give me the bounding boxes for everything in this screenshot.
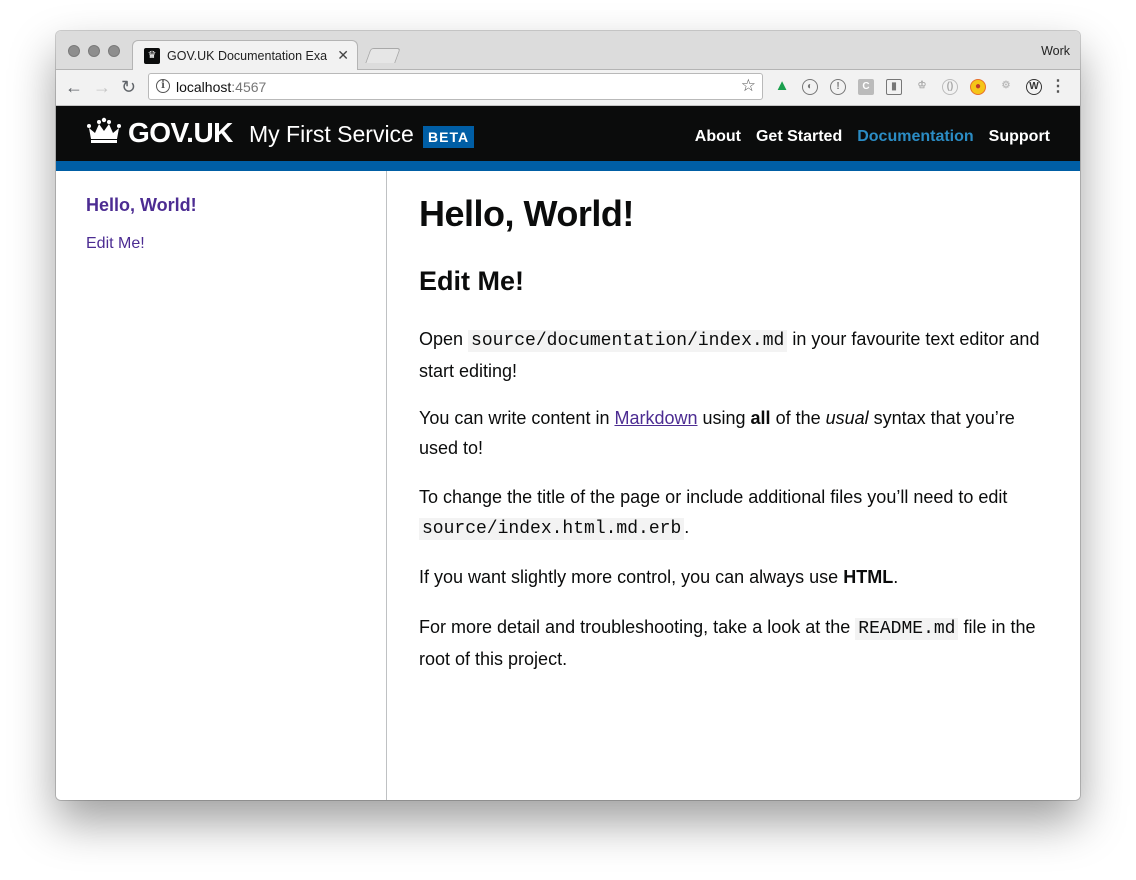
browser-tab[interactable]: ♛ GOV.UK Documentation Example ✕ — [132, 40, 358, 70]
crown-favicon-icon: ♛ — [144, 48, 160, 64]
paragraph-readme: For more detail and troubleshooting, tak… — [419, 612, 1044, 674]
web-page: GOV.UK My First Service BETA About Get S… — [56, 106, 1080, 800]
nav-support[interactable]: Support — [989, 127, 1050, 147]
text: Open — [419, 329, 469, 349]
inline-code: README.md — [855, 618, 959, 640]
minimize-window-button[interactable] — [88, 45, 100, 57]
italic-text: usual — [825, 408, 869, 428]
reload-icon[interactable]: ↻ — [121, 76, 136, 98]
phase-tag: BETA — [423, 126, 475, 148]
toc-edit-me-link[interactable]: Edit Me! — [86, 234, 145, 254]
url-port: :4567 — [231, 79, 267, 95]
bold-text: HTML — [843, 567, 894, 587]
tab-strip: ♛ GOV.UK Documentation Example ✕ Work — [56, 31, 1080, 70]
header-blue-bar — [56, 161, 1080, 171]
crown-extension-icon[interactable]: ♔ — [914, 79, 930, 95]
browser-window: ♛ GOV.UK Documentation Example ✕ Work ← … — [56, 31, 1080, 800]
alert-extension-icon[interactable]: ! — [830, 79, 846, 95]
govuk-header: GOV.UK My First Service BETA About Get S… — [56, 106, 1080, 161]
toc-heading-link[interactable]: Hello, World! — [86, 194, 197, 216]
new-tab-button[interactable] — [365, 48, 401, 63]
govuk-logo-text[interactable]: GOV.UK — [128, 116, 233, 150]
crown-logo-icon[interactable] — [86, 116, 122, 144]
section-heading: Edit Me! — [419, 266, 524, 296]
trello-extension-icon[interactable]: ▮ — [886, 79, 902, 95]
text: . — [684, 517, 690, 537]
paragraph-html: If you want slightly more control, you c… — [419, 562, 1044, 592]
settings-extension-icon[interactable]: ⚙ — [998, 79, 1014, 95]
url-host: localhost — [176, 79, 232, 95]
tab-close-icon[interactable]: ✕ — [337, 46, 349, 64]
url-text[interactable]: localhost:4567 — [176, 79, 266, 95]
compass-extension-icon[interactable]: ◐ — [802, 79, 818, 95]
page-title: Hello, World! — [419, 193, 634, 234]
paragraph-markdown: You can write content in Markdown using … — [419, 403, 1044, 463]
header-nav: About Get Started Documentation Support — [695, 127, 1050, 147]
nav-get-started[interactable]: Get Started — [756, 127, 842, 147]
text: . — [893, 567, 899, 587]
markdown-link[interactable]: Markdown — [614, 408, 697, 428]
service-name[interactable]: My First Service — [249, 120, 414, 148]
forward-arrow-icon[interactable]: → — [93, 76, 111, 98]
text: using — [697, 408, 751, 428]
profile-name[interactable]: Work — [1041, 44, 1070, 58]
text: of the — [770, 408, 826, 428]
bookmark-star-icon[interactable]: ☆ — [741, 77, 756, 95]
paragraph-title: To change the title of the page or inclu… — [419, 482, 1044, 544]
c-extension-icon[interactable]: C — [858, 79, 874, 95]
text: To change the title of the page or inclu… — [419, 487, 1008, 507]
text: For more detail and troubleshooting, tak… — [419, 617, 856, 637]
w-extension-icon[interactable]: W — [1026, 79, 1042, 95]
menu-kebab-icon[interactable]: ⋮ — [1050, 78, 1066, 96]
inline-code: source/index.html.md.erb — [419, 518, 685, 540]
drive-extension-icon[interactable]: ▲ — [774, 78, 790, 95]
paragraph-open: Open source/documentation/index.md in yo… — [419, 324, 1044, 386]
text: You can write content in — [419, 408, 615, 428]
inline-code: source/documentation/index.md — [468, 330, 788, 352]
bracket-extension-icon[interactable]: () — [942, 79, 958, 95]
back-arrow-icon[interactable]: ← — [65, 76, 83, 98]
maximize-window-button[interactable] — [108, 45, 120, 57]
bold-text: all — [750, 408, 771, 428]
toc-sidebar: Hello, World! Edit Me! — [56, 171, 387, 800]
tab-title: GOV.UK Documentation Example — [167, 49, 327, 63]
text: If you want slightly more control, you c… — [419, 567, 844, 587]
nav-about[interactable]: About — [695, 127, 741, 147]
info-icon[interactable]: i — [156, 79, 170, 93]
address-bar[interactable]: i localhost:4567 ☆ — [148, 73, 763, 100]
color-extension-icon[interactable]: ● — [970, 79, 986, 95]
nav-documentation[interactable]: Documentation — [857, 127, 973, 147]
close-window-button[interactable] — [68, 45, 80, 57]
browser-toolbar: ← → ↻ i localhost:4567 ☆ ▲ ◐ ! C ▮ ♔ () … — [56, 70, 1080, 106]
